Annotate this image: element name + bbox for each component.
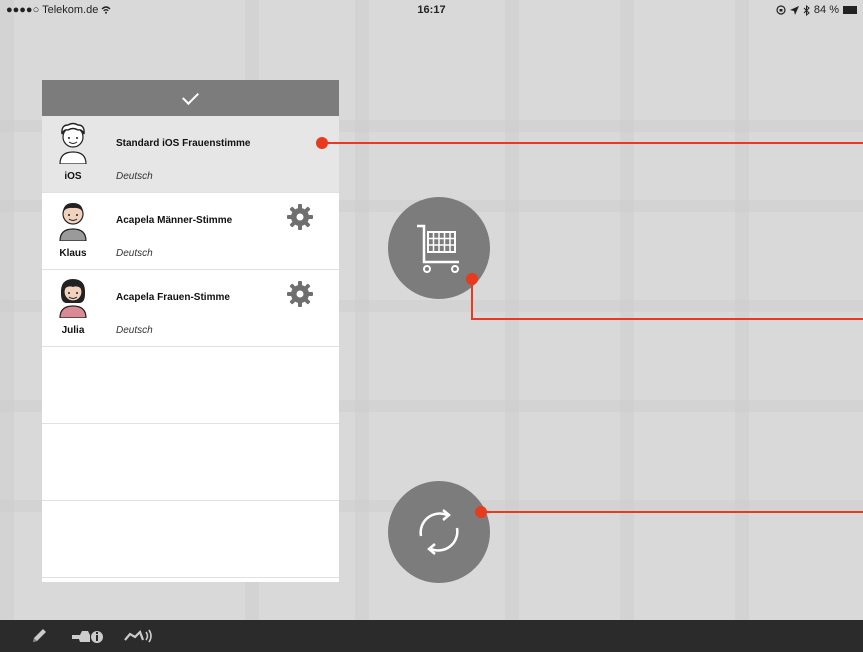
avatar-ios-icon <box>59 122 87 164</box>
callout-line-voice <box>322 142 863 144</box>
voice-nickname: iOS <box>64 171 82 182</box>
shopping-cart-icon <box>417 224 459 273</box>
callout-line-shop <box>471 318 863 320</box>
avatar-julia-icon <box>59 279 87 318</box>
callout-line-refresh <box>481 511 863 513</box>
voice-name: Acapela Frauen-Stimme <box>116 292 230 303</box>
location-icon <box>789 5 799 15</box>
status-bar: ●●●●○ Telekom.de 16:17 84 % <box>0 0 863 20</box>
pencil-icon[interactable] <box>30 628 48 644</box>
clock: 16:17 <box>417 4 446 16</box>
refresh-icon <box>419 509 459 555</box>
voice-language: Deutsch <box>116 171 153 182</box>
speech-icon[interactable] <box>122 628 156 646</box>
bottom-toolbar <box>0 620 863 652</box>
confirm-button[interactable] <box>42 80 339 116</box>
voice-list-panel: iOS Standard iOS Frauenstimme Deutsch Kl… <box>42 80 339 582</box>
avatar-klaus-icon <box>59 203 87 241</box>
battery-percent: 84 % <box>813 4 839 16</box>
gear-icon[interactable] <box>286 280 314 308</box>
voice-name: Acapela Männer-Stimme <box>116 215 233 226</box>
bluetooth-icon <box>803 4 810 16</box>
empty-list-row <box>42 424 339 501</box>
gear-icon[interactable] <box>286 203 314 231</box>
orientation-lock-icon <box>776 5 786 15</box>
battery-icon <box>843 6 857 14</box>
pointing-hand-icon[interactable] <box>70 628 104 644</box>
status-right: 84 % <box>776 4 857 16</box>
voice-language: Deutsch <box>116 325 153 336</box>
empty-list-row <box>42 501 339 578</box>
voice-row-klaus[interactable]: Klaus Acapela Männer-Stimme Deutsch <box>42 193 339 270</box>
voice-name: Standard iOS Frauenstimme <box>116 138 251 149</box>
voice-nickname: Klaus <box>59 248 87 259</box>
voice-row-julia[interactable]: Julia Acapela Frauen-Stimme Deutsch <box>42 270 339 347</box>
voice-nickname: Julia <box>61 325 85 336</box>
voice-row-ios[interactable]: iOS Standard iOS Frauenstimme Deutsch <box>42 116 339 193</box>
checkmark-icon <box>182 87 199 105</box>
empty-list-row <box>42 347 339 424</box>
voice-language: Deutsch <box>116 248 153 259</box>
refresh-button[interactable] <box>388 481 490 583</box>
callout-line-shop-vertical <box>471 279 473 320</box>
